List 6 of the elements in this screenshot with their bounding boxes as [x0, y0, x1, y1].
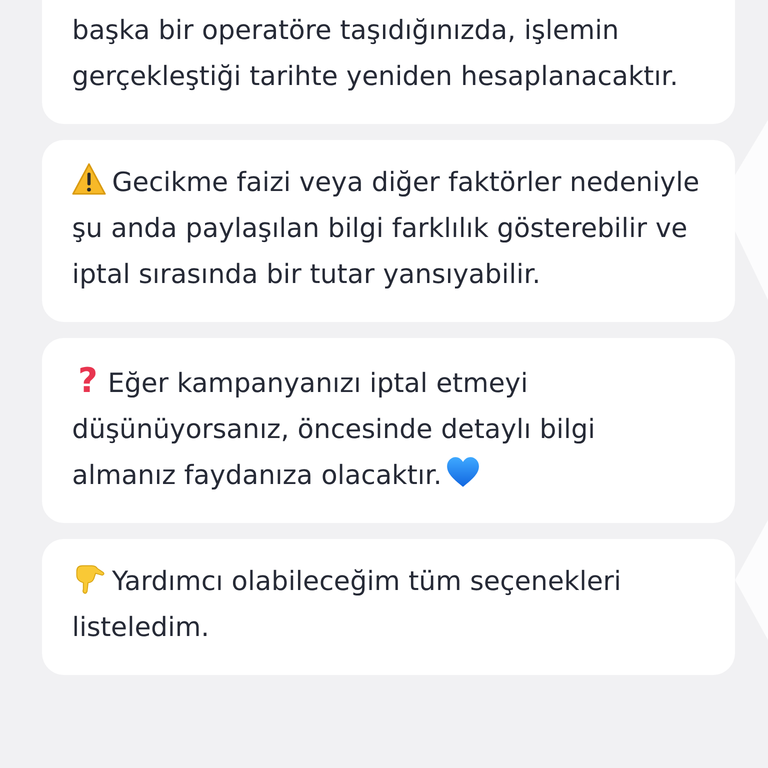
- message-text: Gecikme faizi veya diğer faktörler nedeniyle şu anda paylaşılan bilgi farklılık gösterebilir ve iptal sırasında bir tutar yansıyabilir.: [72, 160, 705, 298]
- message-text: Yardımcı olabileceğim tüm seçenekleri listeledim.: [72, 559, 705, 651]
- message-text: başka bir operatöre taşıdığınızda, işlemin gerçekleştiği tarihte yeniden hesaplanacaktır.: [72, 14, 680, 94]
- message-text: ? Eğer kampanyanızı iptal etmeyi düşünüyorsanız, öncesinde detaylı bilgi almanız faydanıza olacaktır.: [72, 360, 596, 493]
- heart-icon: [446, 456, 480, 488]
- warning-icon: [72, 163, 106, 195]
